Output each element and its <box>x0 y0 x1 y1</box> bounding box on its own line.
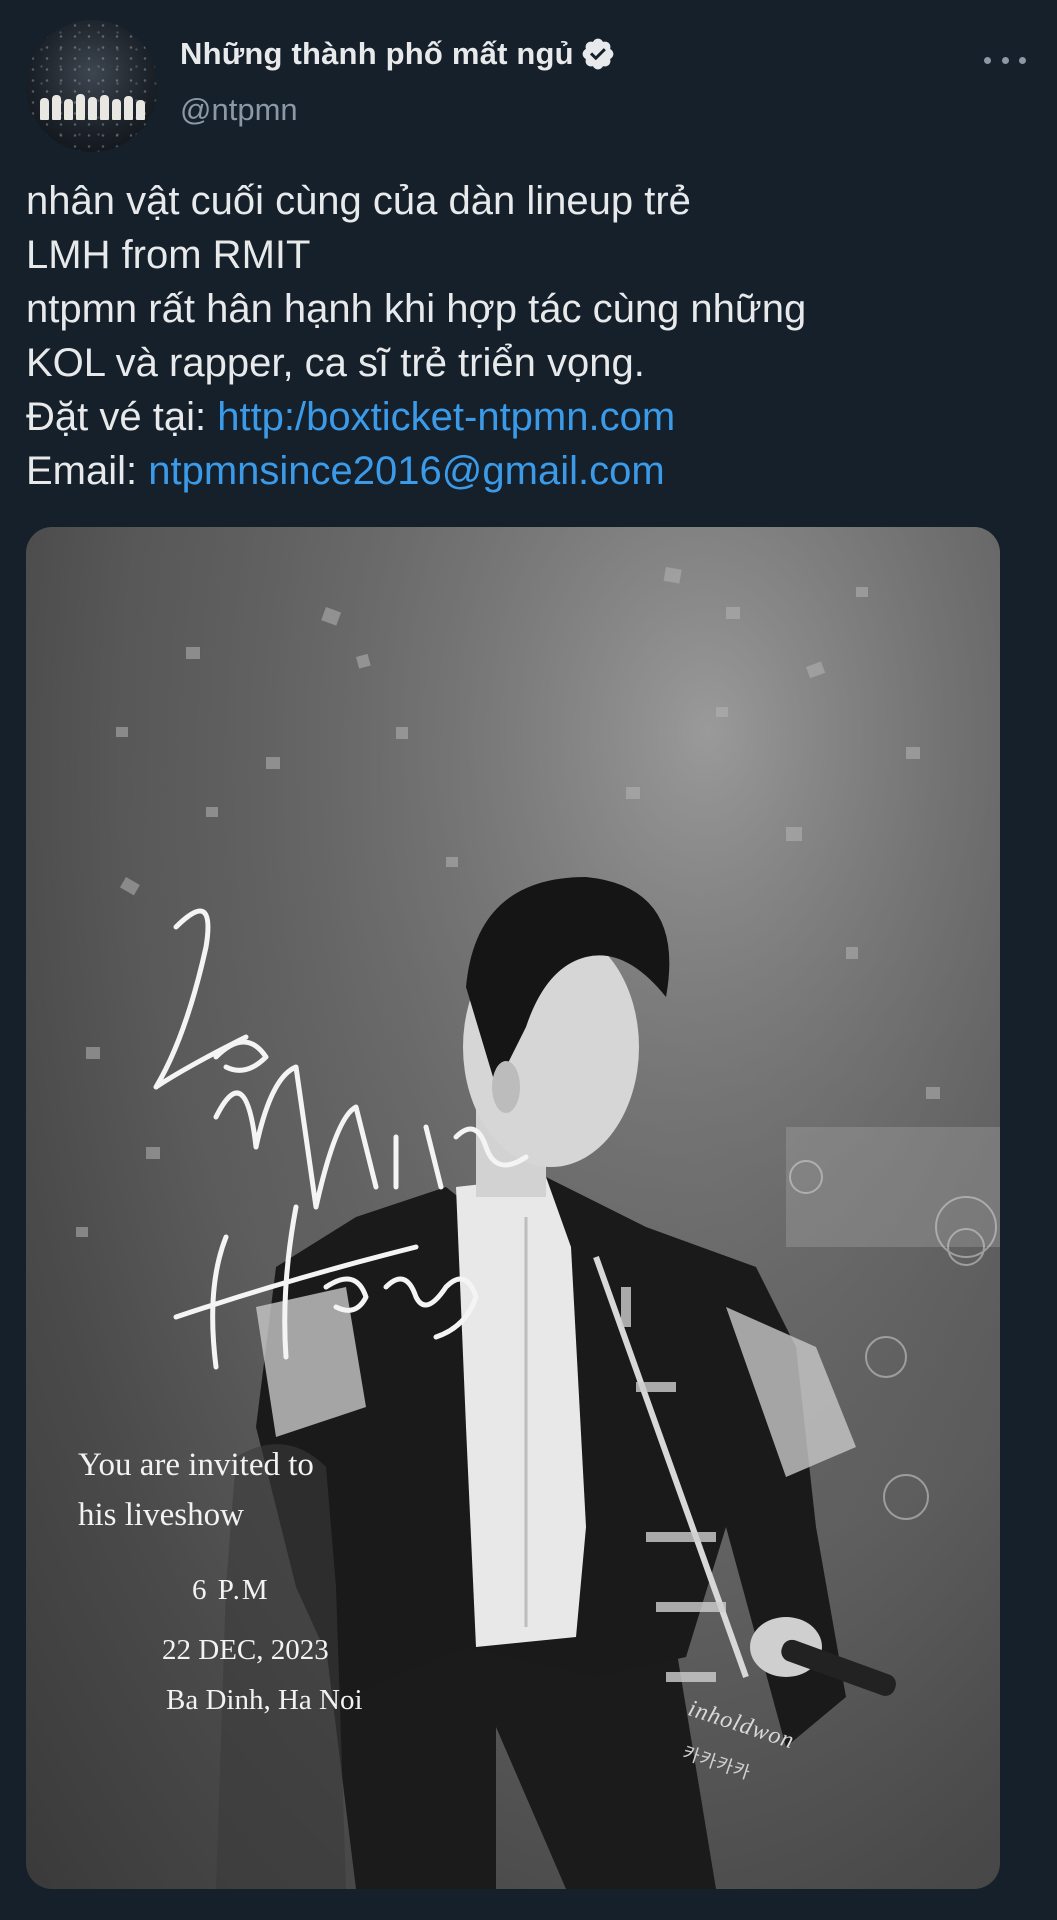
tweet-media-image[interactable]: You are invited to his liveshow 6 P.M 22… <box>26 527 1000 1889</box>
event-place: Ba Dinh, Ha Noi <box>166 1684 363 1716</box>
more-icon[interactable] <box>984 48 1026 72</box>
invite-line-2: his liveshow <box>78 1497 244 1533</box>
tweet-card: Những thành phố mất ngủ @ntpmn nhân vật … <box>0 0 1057 1920</box>
author-handle[interactable]: @ntpmn <box>180 92 298 128</box>
event-time: 6 P.M <box>192 1574 270 1606</box>
ticket-link[interactable]: http:/boxticket-ntpmn.com <box>217 395 675 439</box>
tweet-text: nhân vật cuối cùng của dàn lineup trẻ LM… <box>26 174 1036 498</box>
email-label: Email: <box>26 449 149 493</box>
ticket-label: Đặt vé tại: <box>26 395 218 439</box>
avatar[interactable] <box>26 20 158 152</box>
email-line: Email: ntpmnsince2016@gmail.com <box>26 444 1036 498</box>
avatar-performers <box>36 92 148 120</box>
verified-badge-icon <box>582 38 614 70</box>
tweet-line: LMH from RMIT <box>26 233 311 277</box>
email-link[interactable]: ntpmnsince2016@gmail.com <box>148 449 664 493</box>
tweet-line: nhân vật cuối cùng của dàn lineup trẻ <box>26 179 691 223</box>
tweet-line: ntpmn rất hân hạnh khi hợp tác cùng nhữn… <box>26 287 807 331</box>
invite-line-1: You are invited to <box>78 1447 314 1483</box>
avatar-stars-decoration <box>26 20 158 152</box>
event-date: 22 DEC, 2023 <box>162 1634 329 1666</box>
author-display-name[interactable]: Những thành phố mất ngủ <box>180 36 574 72</box>
tweet-line: KOL và rapper, ca sĩ trẻ triển vọng. <box>26 341 645 385</box>
script-name-lettering <box>153 908 529 1370</box>
ticket-line: Đặt vé tại: http:/boxticket-ntpmn.com <box>26 390 1036 444</box>
author-name-row[interactable]: Những thành phố mất ngủ <box>180 36 616 72</box>
